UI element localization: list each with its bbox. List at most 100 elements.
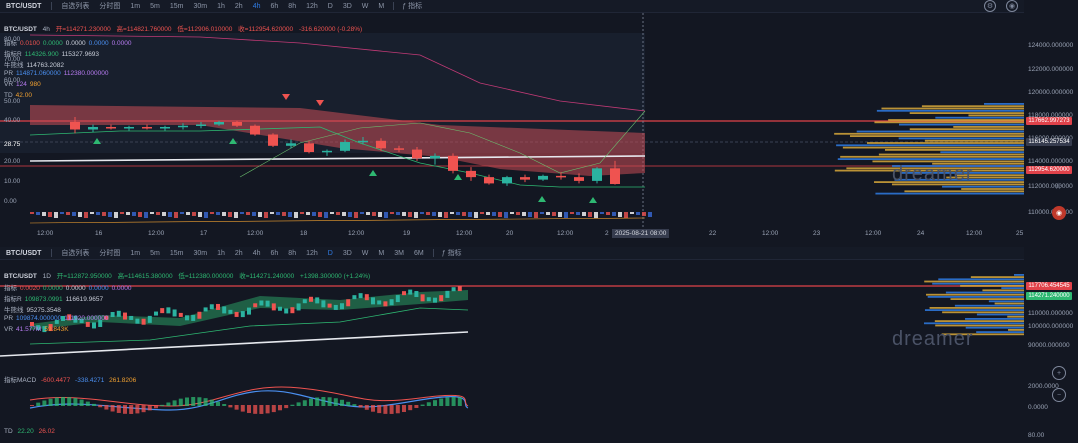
camera-icon[interactable]: ◉ xyxy=(1006,0,1018,12)
timeframe-1m[interactable]: 1m xyxy=(125,250,145,257)
timeframe-6M[interactable]: 6M xyxy=(409,250,429,257)
bottom-tf-chinese-2[interactable]: 分时图 xyxy=(94,248,125,258)
timeframe-2h[interactable]: 2h xyxy=(230,250,248,257)
bottom-volume-profile-bar xyxy=(938,278,1024,281)
timeframe-D[interactable]: D xyxy=(323,3,338,10)
bottom-candle xyxy=(209,304,214,310)
volume-bar xyxy=(288,212,292,217)
timeframe-15m[interactable]: 15m xyxy=(165,3,189,10)
bottom-candle xyxy=(135,318,140,324)
bottom-low: 低=112380.000000 xyxy=(178,273,234,280)
bottom-candle xyxy=(315,297,320,304)
bottom-volume-profile-bar xyxy=(924,280,1024,283)
volume-bar xyxy=(606,212,610,215)
timeframe-M[interactable]: M xyxy=(373,3,389,10)
macd-histogram xyxy=(203,398,208,406)
macd-histogram xyxy=(54,397,59,406)
timeframe-1h[interactable]: 1h xyxy=(212,250,230,257)
price-tag: 114271.240000 xyxy=(1026,292,1072,300)
bottom-ohlc-interval: 1D xyxy=(42,273,51,280)
bottom-candle xyxy=(408,289,413,295)
bottom-volume-profile-bar xyxy=(934,320,1024,322)
volume-bar xyxy=(204,212,208,218)
bottom-symbol[interactable]: BTC/USDT xyxy=(0,250,47,257)
bottom-indicator-button[interactable]: ƒ 指标 xyxy=(438,248,466,258)
timeframe-3M[interactable]: 3M xyxy=(389,250,409,257)
timeframe-M[interactable]: M xyxy=(373,250,389,257)
timeframe-12h[interactable]: 12h xyxy=(301,250,323,257)
bottom-candle xyxy=(253,303,258,308)
top-indicator-button[interactable]: ƒ 指标 xyxy=(398,1,426,11)
bottom-candle xyxy=(383,301,388,307)
macd-histogram xyxy=(278,405,282,411)
volume-bar xyxy=(96,212,100,215)
macd-histogram xyxy=(129,405,134,414)
volume-bar xyxy=(240,212,244,214)
bottom-indicator-label: 指标 xyxy=(447,250,462,257)
timeframe-30m[interactable]: 30m xyxy=(188,250,212,257)
zoom-in-icon[interactable]: + xyxy=(1052,366,1066,380)
macd-histogram xyxy=(98,405,103,408)
timeframe-D[interactable]: D xyxy=(323,250,338,257)
volume-bar xyxy=(126,212,130,215)
timeframe-8h[interactable]: 8h xyxy=(283,3,301,10)
bottom-price-chart[interactable] xyxy=(0,260,1024,443)
volume-bar xyxy=(558,212,562,217)
volume-bar xyxy=(144,212,148,218)
timeframe-1m[interactable]: 1m xyxy=(125,3,145,10)
volume-bar xyxy=(348,212,352,217)
timeframe-15m[interactable]: 15m xyxy=(165,250,189,257)
bottom-candle xyxy=(358,293,363,299)
bottom-volume-profile-bar xyxy=(1008,329,1024,331)
volume-bar xyxy=(354,212,358,218)
zoom-out-icon[interactable]: − xyxy=(1052,388,1066,402)
star-icon[interactable]: ☆ xyxy=(1054,181,1062,192)
top-chart-pane[interactable]: BTC/USDT 4h 开=114271.230000 高=114821.760… xyxy=(0,13,1024,227)
candle-body xyxy=(214,121,224,125)
price-tag: 117662.997273 xyxy=(1026,117,1072,125)
volume-bar xyxy=(210,212,214,214)
bottom-candle xyxy=(92,322,96,329)
timeframe-W[interactable]: W xyxy=(357,250,374,257)
macd-histogram xyxy=(346,401,351,406)
macd-histogram xyxy=(228,405,233,408)
timeframe-2h[interactable]: 2h xyxy=(230,3,248,10)
record-icon[interactable]: ◉ xyxy=(1052,206,1066,220)
timeframe-30m[interactable]: 30m xyxy=(188,3,212,10)
timeframe-6h[interactable]: 6h xyxy=(266,3,284,10)
volume-bar xyxy=(294,212,298,218)
td-val-1: 22.20 xyxy=(17,428,34,435)
timeframe-5m[interactable]: 5m xyxy=(145,250,165,257)
bottom-volume-profile-bar xyxy=(982,289,1024,292)
timeframe-4h[interactable]: 4h xyxy=(248,250,266,257)
bottom-tf-chinese-1[interactable]: 自选列表 xyxy=(56,248,94,258)
volume-profile-bar xyxy=(875,192,1024,195)
top-price-chart[interactable] xyxy=(0,13,1024,227)
timeframe-W[interactable]: W xyxy=(357,3,374,10)
timeframe-3D[interactable]: 3D xyxy=(338,250,357,257)
volume-ma xyxy=(29,217,646,224)
indicator-value: 95275.3548 xyxy=(26,307,61,314)
bottom-candle xyxy=(216,303,220,310)
volume-bar xyxy=(612,212,616,216)
top-tf-chinese-1[interactable]: 自选列表 xyxy=(56,1,94,11)
macd-histogram xyxy=(73,398,78,406)
timeframe-6h[interactable]: 6h xyxy=(266,250,284,257)
left-axis-tick: 60.00 xyxy=(4,77,21,84)
settings-gear-icon[interactable]: ⚙ xyxy=(984,0,996,12)
bottom-open: 开=112872.950000 xyxy=(56,273,112,280)
top-symbol[interactable]: BTC/USDT xyxy=(0,3,47,10)
timeframe-8h[interactable]: 8h xyxy=(283,250,301,257)
timeframe-3D[interactable]: 3D xyxy=(338,3,357,10)
top-tf-chinese-2[interactable]: 分时图 xyxy=(94,1,125,11)
bottom-chart-pane[interactable]: BTC/USDT 1D 开=112872.950000 高=114615.380… xyxy=(0,260,1024,443)
bottom-volume-profile-bar xyxy=(935,324,1024,327)
macd-histogram xyxy=(61,397,65,406)
timeframe-5m[interactable]: 5m xyxy=(145,3,165,10)
timeframe-4h[interactable]: 4h xyxy=(248,3,266,10)
macd-histogram xyxy=(420,404,425,406)
right-axis-tick: 90000.000000 xyxy=(1028,342,1070,349)
timeframe-12h[interactable]: 12h xyxy=(301,3,323,10)
timeframe-1h[interactable]: 1h xyxy=(212,3,230,10)
left-axis-tick: 80.00 xyxy=(4,36,21,43)
